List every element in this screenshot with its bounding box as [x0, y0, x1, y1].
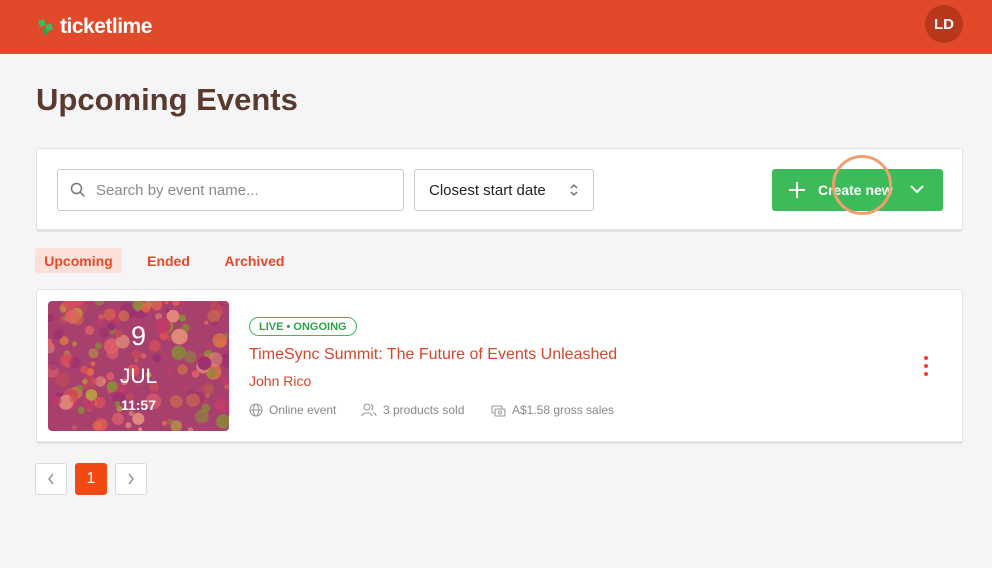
- event-gross-sales: A$1.58 gross sales: [491, 403, 614, 417]
- search-box[interactable]: [57, 169, 404, 211]
- bokeh-dot: [140, 353, 147, 359]
- bokeh-dot: [172, 301, 180, 307]
- create-new-label: Create new: [818, 182, 893, 198]
- search-icon: [70, 182, 86, 198]
- bokeh-dot: [132, 412, 145, 425]
- pagination-prev[interactable]: [35, 463, 67, 495]
- sort-chevron-icon: [570, 184, 578, 196]
- bokeh-dot: [107, 389, 112, 394]
- events-toolbar: Closest start date Create new: [36, 148, 963, 232]
- event-gross-sales-text: A$1.58 gross sales: [512, 403, 615, 417]
- plus-icon: [789, 182, 805, 198]
- sort-selected-value: Closest start date: [429, 181, 546, 199]
- bokeh-dot: [152, 353, 161, 363]
- page-title: Upcoming Events: [36, 82, 298, 117]
- bokeh-dot: [164, 301, 169, 305]
- search-input[interactable]: [96, 181, 376, 199]
- bokeh-dot: [162, 420, 167, 426]
- chevron-right-icon: [128, 473, 134, 485]
- event-organizer: John Rico: [249, 373, 312, 389]
- users-icon: [361, 403, 377, 417]
- logo-text: ticketlime: [60, 15, 152, 38]
- bokeh-dot: [103, 308, 116, 321]
- pagination-next[interactable]: [115, 463, 147, 495]
- chevron-down-icon[interactable]: [910, 184, 924, 194]
- bokeh-dot: [165, 308, 170, 313]
- bokeh-dot: [71, 424, 77, 430]
- create-new-button[interactable]: Create new: [772, 169, 943, 211]
- lime-leaf-icon: [38, 19, 53, 35]
- bokeh-dot: [187, 427, 194, 431]
- event-card[interactable]: 9 JUL 11:57 LIVE • ONGOING TimeSync Summ…: [36, 289, 963, 444]
- bokeh-dot: [59, 306, 67, 313]
- more-options-icon[interactable]: [921, 356, 931, 378]
- event-date-day: 9: [130, 321, 147, 351]
- bokeh-dot: [111, 412, 124, 425]
- bokeh-dot: [167, 418, 174, 425]
- chevron-left-icon: [48, 473, 54, 485]
- sort-select[interactable]: Closest start date: [414, 169, 594, 211]
- logo[interactable]: ticketlime: [36, 15, 152, 39]
- tab-upcoming[interactable]: Upcoming: [35, 248, 122, 273]
- bokeh-dot: [184, 350, 197, 363]
- user-avatar[interactable]: LD: [925, 5, 963, 43]
- bokeh-dot: [216, 414, 229, 429]
- cash-icon: [491, 404, 506, 417]
- bokeh-dot: [138, 427, 143, 431]
- bokeh-dot: [151, 301, 163, 311]
- pagination-page-current[interactable]: 1: [75, 463, 107, 495]
- event-date-time: 11:57: [120, 397, 157, 413]
- event-products-sold-text: 3 products sold: [383, 403, 465, 417]
- tab-ended[interactable]: Ended: [140, 248, 197, 273]
- event-title[interactable]: TimeSync Summit: The Future of Events Un…: [249, 346, 617, 364]
- event-location: Online event: [249, 403, 336, 417]
- event-thumbnail[interactable]: 9 JUL 11:57: [48, 301, 229, 431]
- bokeh-dot: [118, 310, 130, 322]
- bokeh-dot: [94, 301, 105, 306]
- event-location-text: Online event: [269, 403, 337, 417]
- top-navbar: ticketlime LD: [0, 0, 992, 54]
- bokeh-dot: [92, 421, 102, 431]
- status-badge: LIVE • ONGOING: [249, 317, 357, 336]
- globe-icon: [249, 403, 263, 417]
- bokeh-dot: [125, 422, 132, 429]
- bokeh-dot: [134, 358, 139, 363]
- event-products-sold: 3 products sold: [361, 403, 464, 417]
- event-date-month: JUL: [119, 365, 158, 388]
- tab-archived[interactable]: Archived: [216, 248, 293, 273]
